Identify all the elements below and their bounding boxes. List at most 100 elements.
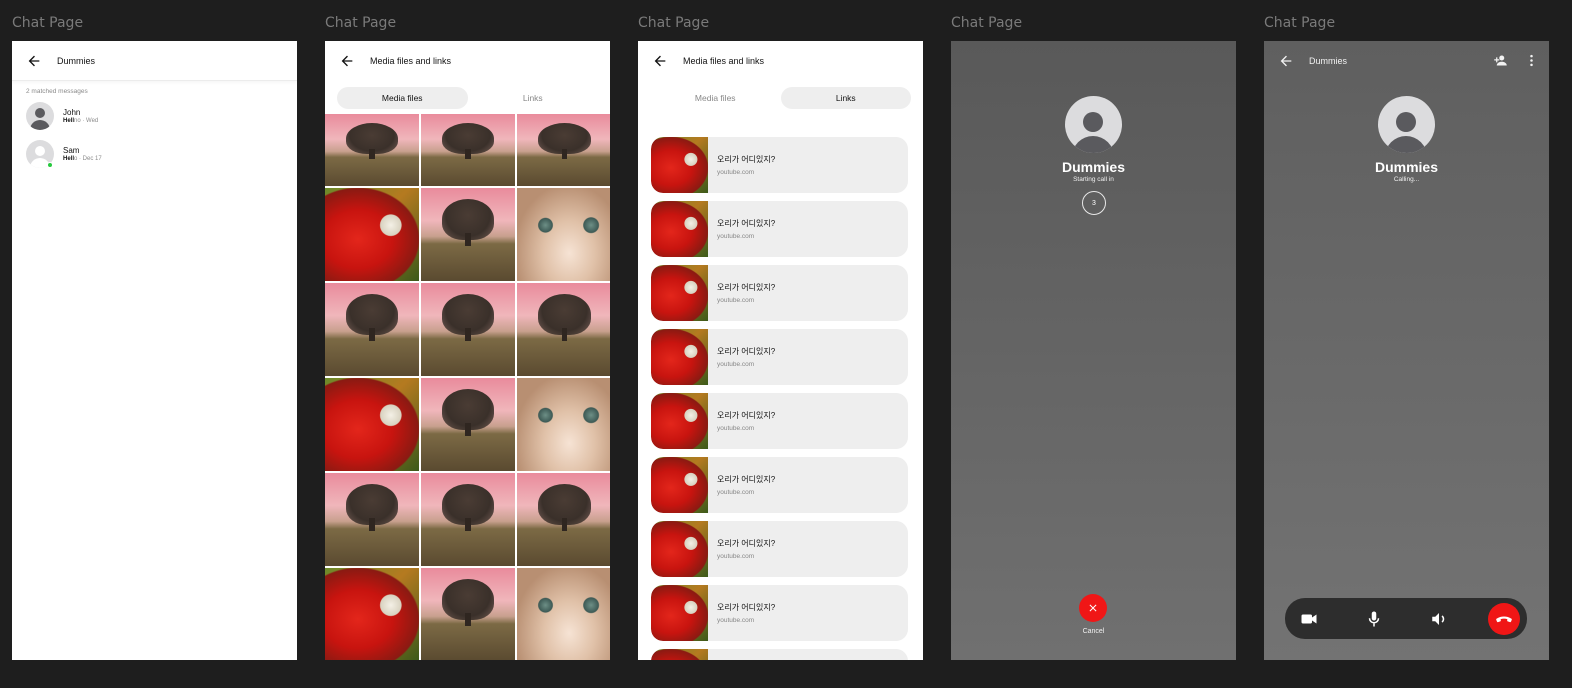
microphone-button[interactable]	[1358, 603, 1390, 635]
arrow-left-icon	[341, 55, 353, 67]
frame-label: Chat Page	[12, 15, 84, 31]
tab-links[interactable]: Links	[780, 87, 911, 109]
link-thumbnail	[651, 393, 708, 449]
media-thumbnail[interactable]	[421, 378, 515, 471]
links-list: 오리가 어디있지? youtube.com 오리가 어디있지? youtube.co…	[651, 137, 908, 660]
page-title: Dummies	[57, 55, 96, 66]
media-thumbnail[interactable]	[325, 473, 419, 566]
link-domain: youtube.com	[717, 233, 755, 240]
link-item[interactable]: 오리가 어디있지? youtube.com	[651, 265, 908, 321]
media-thumbnail[interactable]	[517, 473, 610, 566]
arrow-left-icon	[28, 55, 40, 66]
more-vertical-icon	[1530, 54, 1533, 67]
media-thumbnail[interactable]	[517, 378, 610, 471]
media-thumbnail[interactable]	[517, 283, 610, 376]
links-screen: Media files and links Media files Links …	[638, 41, 923, 660]
video-button[interactable]	[1293, 603, 1325, 635]
link-thumbnail	[651, 649, 708, 660]
call-status: Calling...	[1393, 176, 1420, 183]
link-item[interactable]: 오리가 어디있지? youtube.com	[651, 457, 908, 513]
frame-label: Chat Page	[325, 15, 397, 31]
call-controls	[1285, 598, 1527, 639]
search-results-screen: Dummies 2 matched messages John Hellno ·…	[12, 41, 297, 660]
search-result-item[interactable]: John Hellno · Wed	[26, 99, 297, 133]
media-thumbnail[interactable]	[517, 114, 610, 186]
link-domain: youtube.com	[717, 617, 755, 624]
microphone-icon	[1368, 611, 1380, 626]
online-indicator	[47, 162, 53, 168]
page-title: Dummies	[1309, 56, 1348, 66]
add-person-icon	[1494, 55, 1507, 66]
frame-label: Chat Page	[951, 15, 1023, 31]
link-domain: youtube.com	[717, 169, 755, 176]
media-thumbnail[interactable]	[421, 283, 515, 376]
video-icon	[1301, 614, 1317, 623]
media-thumbnail[interactable]	[325, 378, 419, 471]
call-status: Starting call in	[1073, 176, 1114, 183]
end-call-icon	[1496, 616, 1512, 622]
media-thumbnail[interactable]	[421, 114, 515, 186]
close-icon	[1089, 604, 1097, 612]
link-title: 오리가 어디있지?	[717, 603, 776, 612]
link-item[interactable]	[651, 649, 908, 660]
app-bar: Media files and links	[325, 41, 610, 81]
cancel-label: Cancel	[1082, 628, 1105, 635]
avatar	[26, 102, 54, 130]
link-item[interactable]: 오리가 어디있지? youtube.com	[651, 393, 908, 449]
link-title: 오리가 어디있지?	[717, 283, 776, 292]
back-button[interactable]	[337, 51, 357, 71]
arrow-left-icon	[654, 55, 666, 67]
add-person-button[interactable]	[1493, 53, 1508, 73]
avatar	[1378, 96, 1435, 153]
link-thumbnail	[651, 265, 708, 321]
caller-name: Dummies	[1061, 159, 1126, 175]
link-thumbnail	[651, 457, 708, 513]
link-item[interactable]: 오리가 어디있지? youtube.com	[651, 585, 908, 641]
media-thumbnail[interactable]	[517, 188, 610, 281]
media-grid	[325, 114, 610, 660]
cancel-call-button[interactable]	[1079, 594, 1107, 622]
message-snippet: Hello · Dec 17	[63, 156, 102, 162]
link-domain: youtube.com	[717, 489, 755, 496]
link-thumbnail	[651, 521, 708, 577]
media-thumbnail[interactable]	[421, 568, 515, 660]
media-files-screen: Media files and links Media files Links	[325, 41, 610, 660]
search-result-item[interactable]: Sam Hello · Dec 17	[26, 137, 297, 171]
link-item[interactable]: 오리가 어디있지? youtube.com	[651, 201, 908, 257]
media-thumbnail[interactable]	[325, 188, 419, 281]
arrow-left-icon	[1280, 55, 1292, 67]
frame-label: Chat Page	[1264, 15, 1336, 31]
tab-links[interactable]: Links	[468, 87, 599, 109]
link-item[interactable]: 오리가 어디있지? youtube.com	[651, 137, 908, 193]
back-button[interactable]	[650, 51, 670, 71]
media-thumbnail[interactable]	[325, 568, 419, 660]
app-bar: Dummies	[1264, 41, 1549, 81]
back-button[interactable]	[1276, 51, 1296, 71]
tab-media-files[interactable]: Media files	[650, 87, 781, 109]
more-options-button[interactable]	[1524, 53, 1539, 73]
link-item[interactable]: 오리가 어디있지? youtube.com	[651, 329, 908, 385]
back-button[interactable]	[24, 51, 44, 71]
end-call-button[interactable]	[1488, 602, 1520, 635]
link-domain: youtube.com	[717, 361, 755, 368]
page-title: Media files and links	[370, 56, 452, 66]
media-thumbnail[interactable]	[325, 114, 419, 186]
link-thumbnail	[651, 585, 708, 641]
page-title: Media files and links	[683, 56, 765, 66]
link-domain: youtube.com	[717, 425, 755, 432]
tab-bar: Media files Links	[337, 87, 598, 109]
link-title: 오리가 어디있지?	[717, 475, 776, 484]
media-thumbnail[interactable]	[421, 473, 515, 566]
tab-media-files[interactable]: Media files	[337, 87, 468, 109]
speaker-button[interactable]	[1423, 603, 1455, 635]
link-item[interactable]: 오리가 어디있지? youtube.com	[651, 521, 908, 577]
link-thumbnail	[651, 201, 708, 257]
media-thumbnail[interactable]	[421, 188, 515, 281]
speaker-icon	[1432, 612, 1445, 625]
avatar	[1065, 96, 1122, 153]
calling-screen: Dummies Dummies Calling...	[1264, 41, 1549, 660]
highlight-text: Hell	[63, 156, 75, 162]
media-thumbnail[interactable]	[325, 283, 419, 376]
media-thumbnail[interactable]	[517, 568, 610, 660]
highlight-text: Hell	[63, 118, 75, 124]
